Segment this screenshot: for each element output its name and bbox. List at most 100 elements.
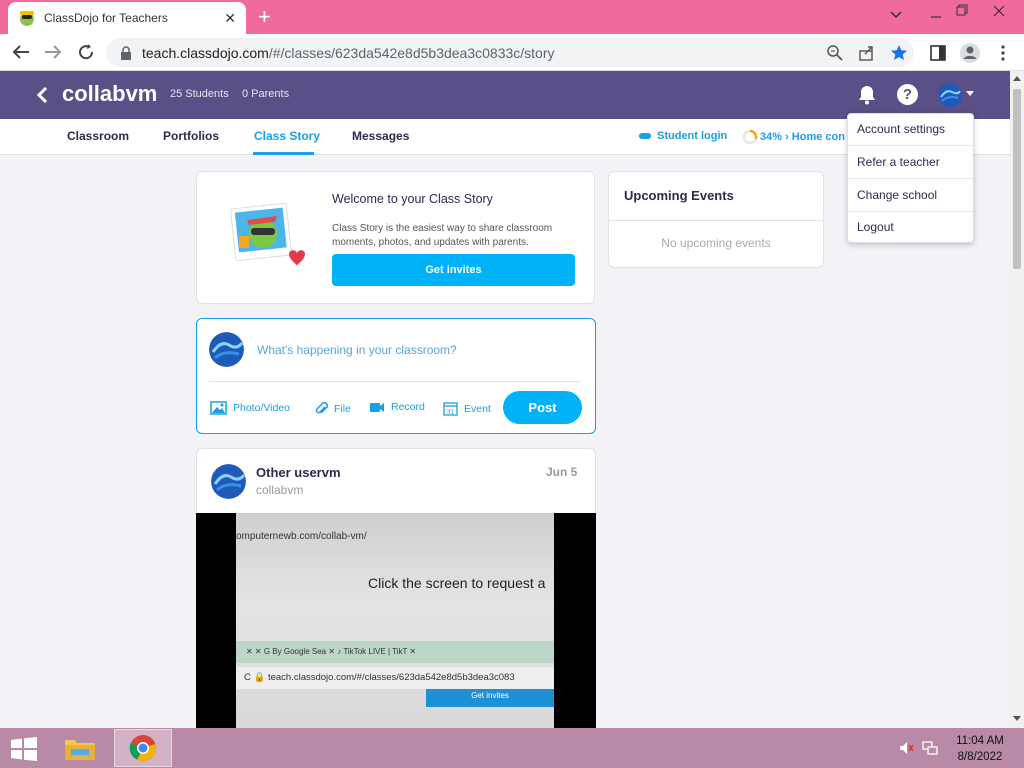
account-dropdown: Account settings Refer a teacher Change …	[847, 113, 974, 243]
scroll-thumb[interactable]	[1013, 89, 1021, 269]
restore-icon[interactable]	[956, 4, 968, 16]
upcoming-events-title: Upcoming Events	[624, 188, 734, 203]
photo-video-label: Photo/Video	[233, 402, 291, 414]
tab-classroom[interactable]: Classroom	[67, 129, 129, 143]
new-tab-icon[interactable]: +	[258, 4, 271, 30]
post-date: Jun 5	[546, 465, 578, 479]
window-close-icon[interactable]	[993, 5, 1005, 17]
active-tab-underline	[253, 152, 314, 155]
file-label: File	[334, 402, 351, 415]
file-button[interactable]: File	[315, 401, 351, 416]
browser-toolbar: teach.classdojo.com/#/classes/623da542e8…	[0, 34, 1024, 71]
composer-divider	[209, 381, 581, 382]
story-post: Other uservm collabvm Jun 5 omputernewb.…	[196, 448, 596, 739]
forward-icon[interactable]	[44, 44, 62, 60]
scroll-down-icon[interactable]	[1013, 716, 1021, 722]
post-photo: omputernewb.com/collab-vm/ Click the scr…	[236, 513, 554, 739]
refer-teacher-item[interactable]: Refer a teacher	[848, 147, 973, 179]
url-host: teach.classdojo.com	[142, 44, 269, 61]
zoom-icon[interactable]	[826, 44, 844, 62]
photo-url2-text: C 🔒 teach.classdojo.com/#/classes/623da5…	[236, 667, 554, 689]
class-name: collabvm	[62, 81, 158, 106]
composer-avatar	[209, 332, 244, 367]
profile-icon[interactable]	[959, 42, 981, 64]
change-school-item[interactable]: Change school	[848, 180, 973, 212]
reload-icon[interactable]	[77, 43, 95, 61]
post-author: Other uservm	[256, 465, 341, 480]
photo-video-button[interactable]: Photo/Video	[210, 401, 290, 415]
url-path: /#/classes/623da542e8d5b3dea3c0833c/stor…	[268, 44, 555, 61]
back-icon[interactable]	[12, 44, 30, 60]
page-scrollbar[interactable]	[1010, 71, 1024, 728]
progress-ring-icon	[742, 129, 758, 145]
composer-input[interactable]: What's happening in your classroom?	[257, 343, 457, 357]
clock-date: 8/8/2022	[957, 751, 1003, 763]
calendar-icon: 31	[443, 402, 458, 416]
event-label: Event	[464, 402, 491, 415]
welcome-card: Welcome to your Class Story Class Story …	[196, 171, 595, 304]
events-divider	[609, 220, 823, 221]
paperclip-icon	[315, 401, 328, 414]
user-avatar[interactable]	[938, 83, 962, 107]
browser-tab[interactable]: ClassDojo for Teachers ✕	[8, 2, 246, 34]
post-class: collabvm	[256, 483, 304, 497]
network-icon[interactable]	[922, 740, 938, 756]
post-button[interactable]: Post	[503, 391, 582, 424]
photo-url-text: omputernewb.com/collab-vm/	[236, 531, 367, 542]
welcome-description: Class Story is the easiest way to share …	[332, 223, 553, 248]
chrome-taskbar-button[interactable]	[114, 729, 172, 767]
classdojo-favicon-icon	[20, 11, 34, 26]
photo-icon	[210, 401, 227, 415]
avatar-caret-icon[interactable]	[966, 91, 974, 97]
get-invites-button[interactable]: Get invites	[332, 254, 575, 286]
parents-count[interactable]: 0 Parents	[242, 88, 289, 100]
event-button[interactable]: 31 Event	[443, 401, 491, 416]
welcome-title: Welcome to your Class Story	[332, 192, 493, 206]
upcoming-events-card: Upcoming Events No upcoming events	[608, 171, 824, 268]
student-login-label: Student login	[657, 130, 728, 142]
post-composer: What's happening in your classroom? Phot…	[196, 318, 596, 434]
video-camera-icon	[370, 402, 384, 412]
scroll-up-icon[interactable]	[1013, 75, 1021, 81]
back-arrow-icon[interactable]	[36, 87, 48, 103]
photo-heading-text: Click the screen to request a	[368, 575, 546, 591]
volume-muted-icon[interactable]	[898, 740, 914, 756]
tab-portfolios[interactable]: Portfolios	[163, 129, 219, 143]
tab-close-icon[interactable]: ✕	[224, 10, 236, 27]
students-count[interactable]: 25 Students	[170, 88, 229, 100]
progress-text: 34% › Home con	[760, 131, 845, 143]
chrome-icon	[129, 735, 156, 762]
clock-time: 11:04 AM	[956, 735, 1004, 747]
tab-class-story[interactable]: Class Story	[254, 129, 320, 143]
student-login-icon	[639, 133, 651, 139]
side-panel-icon[interactable]	[929, 44, 947, 62]
post-media[interactable]: omputernewb.com/collab-vm/ Click the scr…	[196, 513, 596, 739]
home-connection-progress[interactable]: 34% › Home con	[742, 129, 845, 145]
address-bar[interactable]: teach.classdojo.com/#/classes/623da542e8…	[106, 38, 914, 67]
help-icon[interactable]: ?	[897, 84, 918, 105]
record-button[interactable]: Record	[369, 401, 425, 413]
logout-item[interactable]: Logout	[848, 212, 973, 244]
photo-button-text: Get invites	[426, 689, 554, 707]
bookmark-star-icon[interactable]	[890, 44, 908, 62]
windows-start-icon[interactable]	[10, 737, 38, 761]
tab-messages[interactable]: Messages	[352, 129, 409, 143]
taskbar-clock[interactable]: 11:04 AM 8/8/2022	[948, 733, 1012, 765]
browser-tab-bar: ClassDojo for Teachers ✕ +	[0, 0, 1024, 34]
calendar-day: 31	[447, 409, 455, 416]
tab-search-chevron-icon[interactable]	[890, 10, 902, 20]
student-login-link[interactable]: Student login	[638, 130, 727, 142]
no-events-text: No upcoming events	[661, 236, 771, 250]
app-header: collabvm 25 Students 0 Parents ?	[0, 71, 1010, 119]
tab-title: ClassDojo for Teachers	[44, 11, 168, 25]
windows-taskbar: 11:04 AM 8/8/2022	[0, 728, 1024, 768]
share-icon[interactable]	[858, 44, 876, 62]
minimize-icon[interactable]	[930, 8, 942, 20]
record-label: Record	[391, 401, 425, 413]
lock-icon	[121, 45, 131, 60]
browser-menu-icon[interactable]	[994, 44, 1012, 62]
post-author-avatar	[211, 464, 246, 499]
file-explorer-icon[interactable]	[63, 734, 97, 762]
notification-bell-icon[interactable]	[856, 84, 878, 106]
account-settings-item[interactable]: Account settings	[848, 114, 973, 146]
